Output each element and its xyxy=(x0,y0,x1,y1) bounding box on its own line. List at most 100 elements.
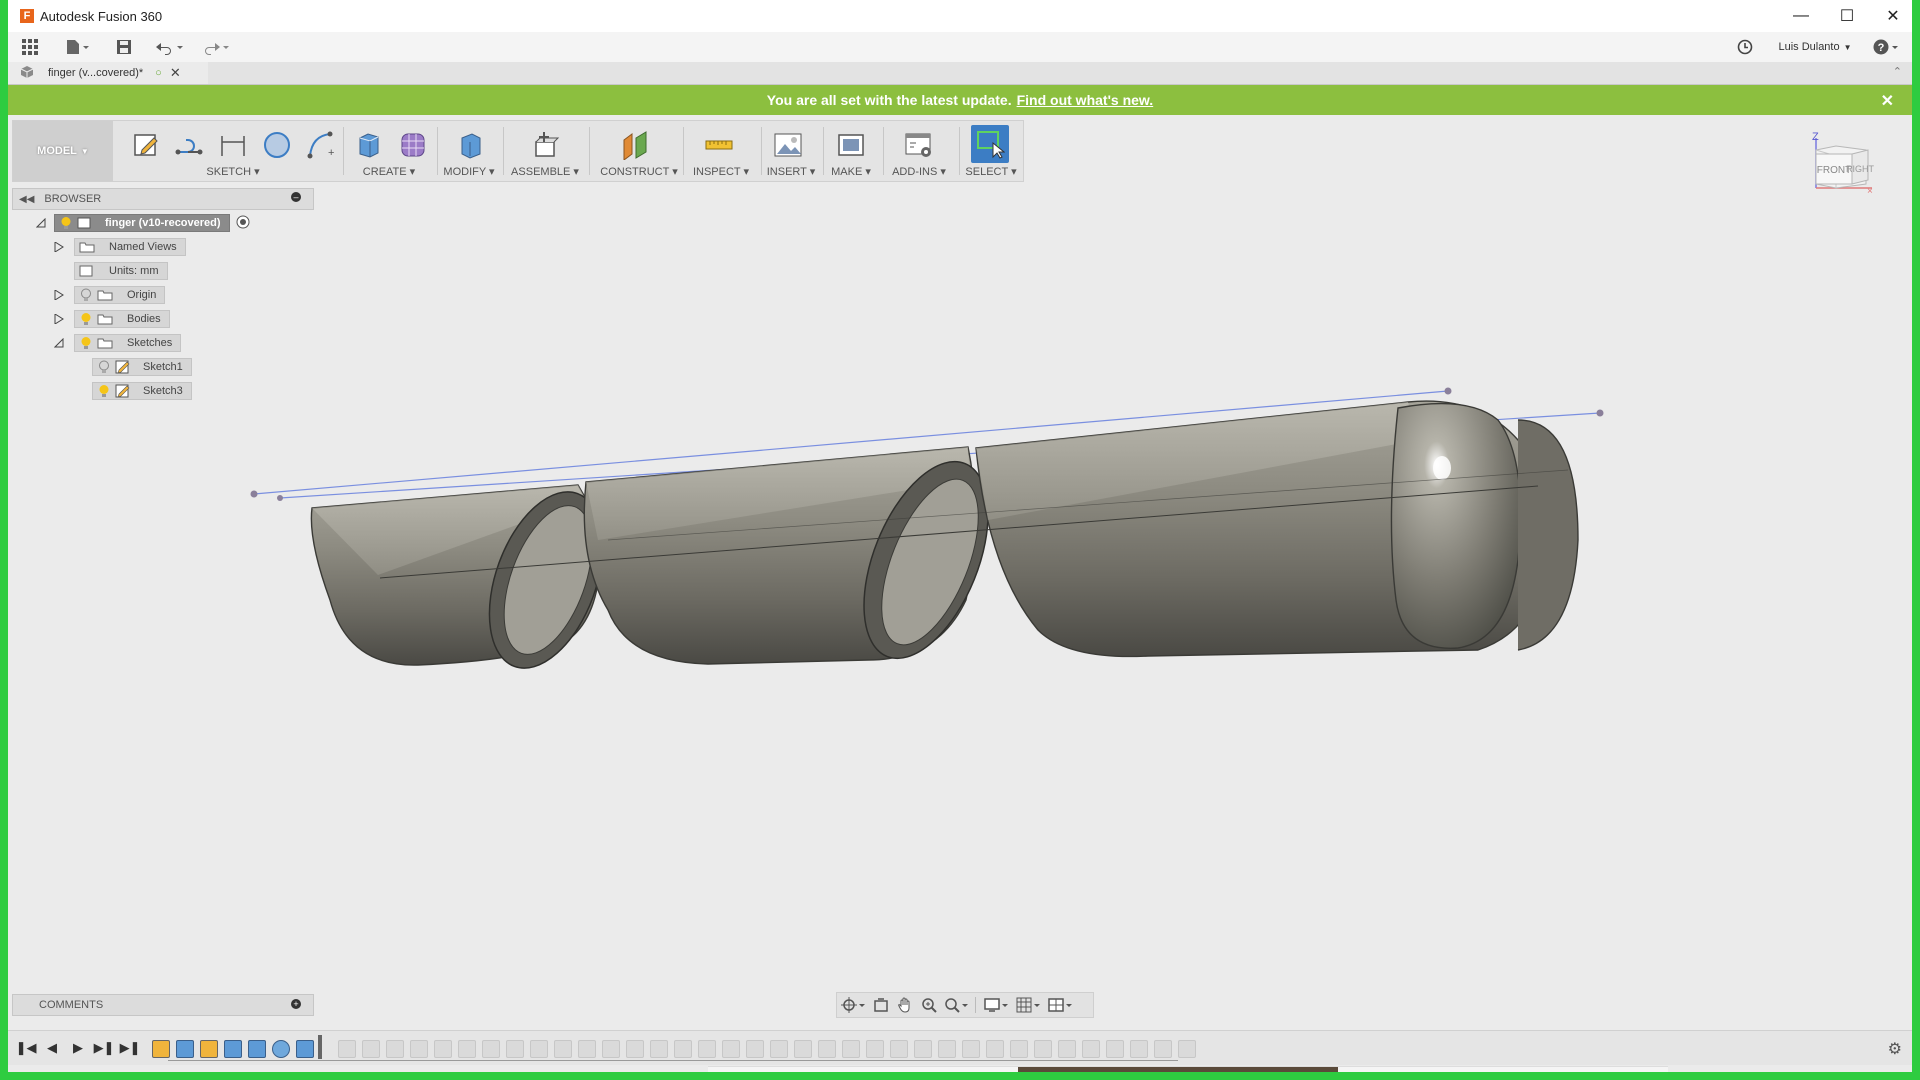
inspect-menu[interactable]: INSPECT ▾ xyxy=(693,165,749,178)
timeline-suppressed-feature-icon[interactable] xyxy=(1106,1040,1124,1058)
timeline-marker[interactable] xyxy=(318,1035,322,1059)
timeline-suppressed-feature-icon[interactable] xyxy=(650,1040,668,1058)
timeline-suppressed-feature-icon[interactable] xyxy=(1058,1040,1076,1058)
go-to-end-icon[interactable]: ▶❚ xyxy=(120,1038,141,1058)
play-icon[interactable]: ▶ xyxy=(68,1038,88,1058)
zoom-icon[interactable] xyxy=(917,995,941,1015)
data-panel-grid-icon[interactable] xyxy=(18,36,42,58)
sketch-point[interactable] xyxy=(250,490,258,498)
user-account-menu[interactable]: Luis Dulanto ▼ xyxy=(1770,36,1860,58)
timeline-settings-gear-icon[interactable]: ⚙ xyxy=(1888,1039,1902,1059)
sketch-point[interactable] xyxy=(277,495,283,501)
select-icon[interactable] xyxy=(971,125,1009,163)
insert-menu[interactable]: INSERT ▾ xyxy=(767,165,816,178)
look-at-icon[interactable] xyxy=(869,995,893,1015)
timeline-suppressed-feature-icon[interactable] xyxy=(1154,1040,1172,1058)
workspace-switcher[interactable]: MODEL ▼ xyxy=(13,121,113,181)
3d-print-icon[interactable] xyxy=(833,127,869,163)
minimize-button[interactable]: — xyxy=(1778,0,1824,32)
close-banner-icon[interactable]: ✕ xyxy=(1881,91,1894,111)
timeline-suppressed-feature-icon[interactable] xyxy=(914,1040,932,1058)
timeline-suppressed-feature-icon[interactable] xyxy=(626,1040,644,1058)
timeline-suppressed-feature-icon[interactable] xyxy=(986,1040,1004,1058)
body-segment-3[interactable] xyxy=(975,400,1545,658)
assemble-menu[interactable]: ASSEMBLE ▾ xyxy=(511,165,579,178)
timeline-suppressed-feature-icon[interactable] xyxy=(938,1040,956,1058)
line-icon[interactable] xyxy=(171,127,207,163)
timeline-suppressed-feature-icon[interactable] xyxy=(962,1040,980,1058)
select-menu[interactable]: SELECT ▾ xyxy=(965,165,1016,178)
expanded-triangle-icon[interactable] xyxy=(34,216,48,230)
timeline-suppressed-feature-icon[interactable] xyxy=(602,1040,620,1058)
display-settings-icon[interactable] xyxy=(980,995,1012,1015)
close-tab-icon[interactable]: ✕ xyxy=(170,65,181,81)
timeline-extrude-icon[interactable] xyxy=(248,1040,266,1058)
timeline-suppressed-feature-icon[interactable] xyxy=(386,1040,404,1058)
timeline-suppressed-feature-icon[interactable] xyxy=(746,1040,764,1058)
redo-icon[interactable] xyxy=(198,36,234,58)
sketch-point[interactable] xyxy=(1444,387,1452,395)
collapsed-triangle-icon[interactable] xyxy=(52,240,66,254)
file-menu-icon[interactable] xyxy=(60,36,96,58)
help-icon[interactable]: ? xyxy=(1870,36,1904,58)
timeline-suppressed-feature-icon[interactable] xyxy=(506,1040,524,1058)
add-ins-menu[interactable]: ADD-INS ▾ xyxy=(892,165,946,178)
body-segment-2[interactable] xyxy=(583,446,976,665)
timeline-suppressed-feature-icon[interactable] xyxy=(434,1040,452,1058)
browser-item-sketch3[interactable]: Sketch3 xyxy=(92,381,192,401)
step-back-icon[interactable]: ◀ xyxy=(42,1038,62,1058)
timeline-extrude-icon[interactable] xyxy=(224,1040,242,1058)
insert-canvas-icon[interactable] xyxy=(770,127,806,163)
activate-radio-icon[interactable] xyxy=(236,215,250,232)
visibility-bulb-icon[interactable] xyxy=(59,216,73,230)
timeline-suppressed-feature-icon[interactable] xyxy=(674,1040,692,1058)
save-icon[interactable] xyxy=(112,36,136,58)
browser-item-bodies[interactable]: Bodies xyxy=(52,309,170,329)
finger-tip-cap[interactable] xyxy=(1390,402,1522,649)
timeline-suppressed-feature-icon[interactable] xyxy=(842,1040,860,1058)
timeline-fillet-icon[interactable] xyxy=(272,1040,290,1058)
whats-new-link[interactable]: Find out what's new. xyxy=(1017,92,1154,108)
viewcube[interactable]: Z FRONT RIGHT × xyxy=(1804,128,1894,218)
minimize-panel-icon[interactable]: – xyxy=(291,192,301,202)
browser-item-named-views[interactable]: Named Views xyxy=(52,237,186,257)
joint-ring-2[interactable] xyxy=(839,444,1013,676)
dimension-icon[interactable] xyxy=(215,127,251,163)
browser-item-origin[interactable]: Origin xyxy=(52,285,166,305)
undo-icon[interactable] xyxy=(152,36,188,58)
timeline-suppressed-feature-icon[interactable] xyxy=(458,1040,476,1058)
viewports-icon[interactable] xyxy=(1044,995,1076,1015)
grid-settings-icon[interactable] xyxy=(1012,995,1044,1015)
finger-model[interactable] xyxy=(250,387,1604,684)
timeline-suppressed-feature-icon[interactable] xyxy=(338,1040,356,1058)
visibility-bulb-icon[interactable] xyxy=(97,384,111,398)
sketch-point[interactable] xyxy=(1596,409,1604,417)
root-component[interactable]: finger (v10-recovered) xyxy=(54,214,230,232)
timeline-suppressed-feature-icon[interactable] xyxy=(482,1040,500,1058)
timeline-suppressed-feature-icon[interactable] xyxy=(554,1040,572,1058)
fit-zoom-window-icon[interactable] xyxy=(941,995,971,1015)
timeline-suppressed-feature-icon[interactable] xyxy=(1010,1040,1028,1058)
orbit-icon[interactable] xyxy=(837,995,869,1015)
create-sketch-icon[interactable] xyxy=(129,127,165,163)
timeline-sketch-icon[interactable] xyxy=(152,1040,170,1058)
timeline-suppressed-feature-icon[interactable] xyxy=(698,1040,716,1058)
browser-item-sketches[interactable]: Sketches xyxy=(52,333,182,353)
timeline-suppressed-feature-icon[interactable] xyxy=(1130,1040,1148,1058)
body-segment-1[interactable] xyxy=(310,484,601,666)
timeline-suppressed-feature-icon[interactable] xyxy=(866,1040,884,1058)
press-pull-icon[interactable] xyxy=(453,127,489,163)
circle-icon[interactable] xyxy=(259,127,295,163)
step-forward-icon[interactable]: ▶❚ xyxy=(94,1038,115,1058)
timeline-suppressed-feature-icon[interactable] xyxy=(1082,1040,1100,1058)
timeline-suppressed-feature-icon[interactable] xyxy=(578,1040,596,1058)
timeline-suppressed-feature-icon[interactable] xyxy=(1034,1040,1052,1058)
timeline-suppressed-feature-icon[interactable] xyxy=(1178,1040,1196,1058)
timeline-suppressed-feature-icon[interactable] xyxy=(818,1040,836,1058)
browser-item-units[interactable]: Units: mm xyxy=(74,261,168,281)
timeline-extrude-icon[interactable] xyxy=(176,1040,194,1058)
collapsed-triangle-icon[interactable] xyxy=(52,312,66,326)
visibility-bulb-icon[interactable] xyxy=(79,312,93,326)
arc-icon[interactable]: + xyxy=(303,127,339,163)
maximize-button[interactable]: ☐ xyxy=(1824,0,1870,32)
